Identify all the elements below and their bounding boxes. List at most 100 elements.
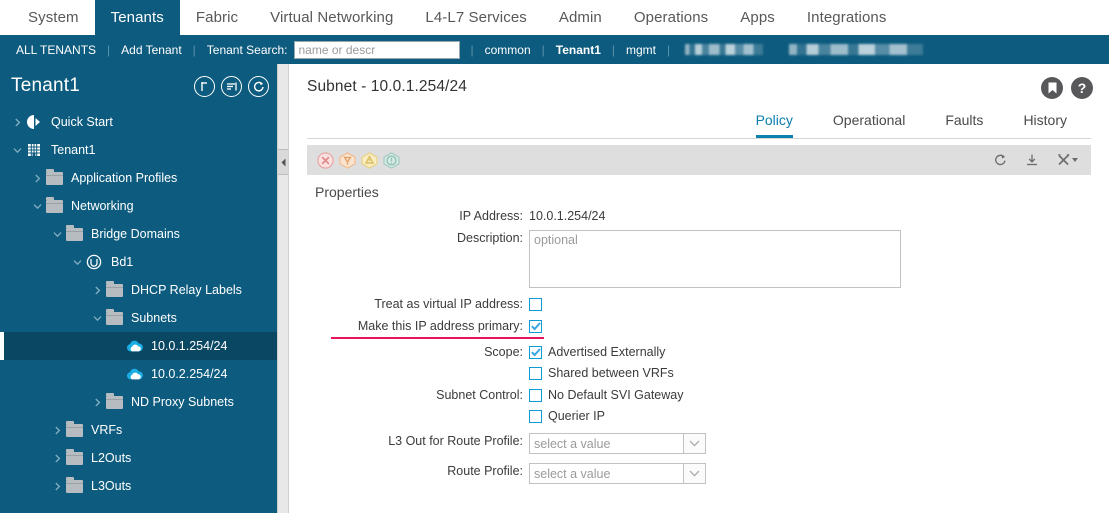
main-body: Tenant1 Quick Start Tenant1 Application … <box>0 64 1109 513</box>
tree-item-label: 10.0.2.254/24 <box>151 367 228 381</box>
scope-option-shared-between-vrfs[interactable]: Shared between VRFs <box>529 365 674 382</box>
topnav-item-virtual-networking[interactable]: Virtual Networking <box>254 0 409 35</box>
folder-icon <box>44 196 64 215</box>
chevron-right-icon[interactable] <box>90 283 104 297</box>
chevron-down-icon[interactable] <box>90 311 104 325</box>
collapse-panel-handle[interactable] <box>278 149 288 175</box>
tab-faults[interactable]: Faults <box>945 108 983 138</box>
chevron-right-icon[interactable] <box>50 423 64 437</box>
tab-history[interactable]: History <box>1023 108 1067 138</box>
refresh-icon[interactable] <box>248 75 269 97</box>
route-profile-select-value[interactable]: select a value <box>529 463 684 484</box>
fault-critical-icon[interactable] <box>317 151 334 169</box>
tab-policy[interactable]: Policy <box>755 108 793 138</box>
make-ip-primary-checkbox[interactable] <box>529 320 542 333</box>
tree-item-10.0.1.254/24[interactable]: 10.0.1.254/24 <box>0 332 277 360</box>
l3out-route-profile-label: L3 Out for Route Profile: <box>388 434 523 448</box>
tree-item-application-profiles[interactable]: Application Profiles <box>0 164 277 192</box>
tab-operational[interactable]: Operational <box>833 108 905 138</box>
route-profile-select[interactable]: select a value <box>529 463 706 484</box>
tree-item-vrfs[interactable]: VRFs <box>0 416 277 444</box>
add-tenant-link[interactable]: Add Tenant <box>121 43 182 57</box>
chevron-down-icon[interactable] <box>70 255 84 269</box>
tree-item-l3outs[interactable]: L3Outs <box>0 472 277 500</box>
tree-item-l2outs[interactable]: L2Outs <box>0 444 277 472</box>
tree-item-10.0.2.254/24[interactable]: 10.0.2.254/24 <box>0 360 277 388</box>
scope-option-advertised-externally[interactable]: Advertised Externally <box>529 344 674 361</box>
description-textarea[interactable] <box>529 230 901 288</box>
l3out-route-profile-select[interactable]: select a value <box>529 433 706 454</box>
chevron-right-icon[interactable] <box>30 171 44 185</box>
refresh-icon[interactable] <box>993 153 1007 167</box>
properties-section: Properties IP Address: 10.0.1.254/24 Des… <box>289 175 1109 489</box>
chevron-down-icon[interactable] <box>684 433 706 454</box>
folder-icon <box>64 476 84 495</box>
tenant-link-tenant1[interactable]: Tenant1 <box>556 43 601 57</box>
fault-warning-icon[interactable] <box>383 151 400 169</box>
tree-item-bridge-domains[interactable]: Bridge Domains <box>0 220 277 248</box>
shared-between-vrfs-checkbox[interactable] <box>529 367 542 380</box>
tree-panel-title: Tenant1 <box>11 75 81 96</box>
treat-as-virtual-ip-checkbox[interactable] <box>529 298 542 311</box>
chevron-down-icon[interactable] <box>50 227 64 241</box>
row-l3out-route-profile: L3 Out for Route Profile: select a value <box>307 433 1091 454</box>
tree-item-subnets[interactable]: Subnets <box>0 304 277 332</box>
panel-splitter[interactable] <box>277 64 289 513</box>
fault-minor-icon[interactable] <box>361 151 378 169</box>
topnav-item-system[interactable]: System <box>12 0 95 35</box>
bookmark-icon[interactable] <box>1041 77 1063 99</box>
all-tenants-link[interactable]: ALL TENANTS <box>16 43 96 57</box>
topnav-item-operations[interactable]: Operations <box>618 0 724 35</box>
fault-major-icon[interactable] <box>339 151 356 169</box>
navigation-tree-panel: Tenant1 Quick Start Tenant1 Application … <box>0 64 277 513</box>
tenant-link-common[interactable]: common <box>485 43 531 57</box>
querier-ip-checkbox[interactable] <box>529 410 542 423</box>
tree-item-nd-proxy-subnets[interactable]: ND Proxy Subnets <box>0 388 277 416</box>
tree-item-label: Bridge Domains <box>91 227 180 241</box>
row-scope: Scope: Advertised Externally Shared betw… <box>307 344 1091 382</box>
tree-item-bd1[interactable]: Bd1 <box>0 248 277 276</box>
filter-list-icon[interactable] <box>221 75 242 97</box>
subnet-control-option-no-default-svi-gateway[interactable]: No Default SVI Gateway <box>529 387 683 404</box>
chevron-right-icon[interactable] <box>50 479 64 493</box>
no-default-svi-gateway-checkbox[interactable] <box>529 389 542 402</box>
chevron-right-icon[interactable] <box>10 115 24 129</box>
topnav-item-apps[interactable]: Apps <box>724 0 791 35</box>
tree-item-networking[interactable]: Networking <box>0 192 277 220</box>
l3out-route-profile-select-value[interactable]: select a value <box>529 433 684 454</box>
download-icon[interactable] <box>1025 153 1039 167</box>
topnav-item-fabric[interactable]: Fabric <box>180 0 254 35</box>
subnet-control-option-querier-ip[interactable]: Querier IP <box>529 408 683 425</box>
description-label: Description: <box>457 231 523 245</box>
redacted-tenant-link-2[interactable] <box>789 44 924 55</box>
tree-item-label: Tenant1 <box>51 143 96 157</box>
tree-item-label: Application Profiles <box>71 171 178 185</box>
tree-item-label: Bd1 <box>111 255 134 269</box>
chevron-right-icon[interactable] <box>90 395 104 409</box>
actions-tools-icon[interactable] <box>1057 153 1079 167</box>
tenant-link-mgmt[interactable]: mgmt <box>626 43 656 57</box>
chevron-right-icon[interactable] <box>50 451 64 465</box>
topnav-item-integrations[interactable]: Integrations <box>791 0 903 35</box>
folder-icon <box>64 448 84 467</box>
chevron-down-icon[interactable] <box>30 199 44 213</box>
chevron-down-icon[interactable] <box>684 463 706 484</box>
route-profile-label: Route Profile: <box>447 464 523 478</box>
expand-collapse-icon[interactable] <box>194 75 215 97</box>
tree-item-tenant1[interactable]: Tenant1 <box>0 136 277 164</box>
tree-item-dhcp-relay-labels[interactable]: DHCP Relay Labels <box>0 276 277 304</box>
tree-item-quick-start[interactable]: Quick Start <box>0 108 277 136</box>
topnav-item-admin[interactable]: Admin <box>543 0 618 35</box>
tree-item-label: ND Proxy Subnets <box>131 395 234 409</box>
topnav-item-l4-l7-services[interactable]: L4-L7 Services <box>409 0 542 35</box>
chevron-down-icon[interactable] <box>10 143 24 157</box>
advertised-externally-checkbox[interactable] <box>529 346 542 359</box>
subnav-divider: | <box>667 42 671 57</box>
tenant-search-input[interactable] <box>293 40 460 59</box>
redacted-tenant-link-1[interactable] <box>685 44 764 55</box>
row-make-ip-primary: Make this IP address primary: <box>307 318 1091 339</box>
help-icon[interactable]: ? <box>1071 77 1093 99</box>
topnav-item-tenants[interactable]: Tenants <box>94 0 180 35</box>
page-title: Subnet - 10.0.1.254/24 <box>307 78 467 95</box>
